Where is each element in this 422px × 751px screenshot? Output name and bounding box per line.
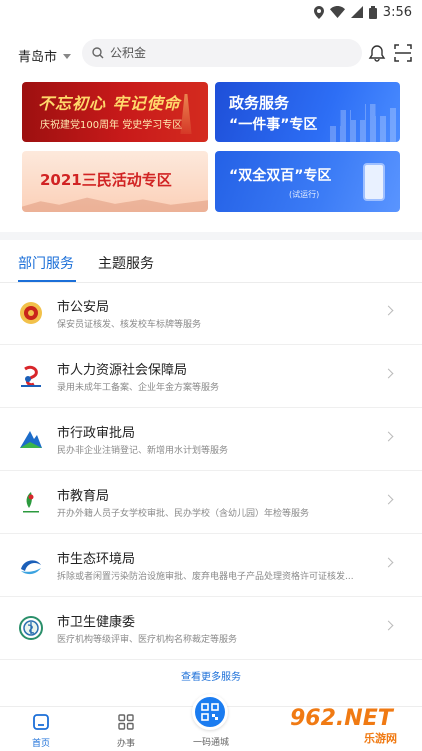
health-logo-icon — [19, 616, 43, 640]
chevron-right-icon — [383, 494, 394, 505]
bell-icon[interactable] — [368, 44, 386, 62]
phone-illustration — [363, 163, 385, 201]
banner-title: 不忘初心 牢记使命 — [38, 94, 181, 113]
nav-home-label: 首页 — [31, 739, 50, 749]
location-icon — [313, 5, 324, 19]
caret-down-icon — [63, 54, 72, 59]
grid-icon — [118, 714, 134, 730]
battery-icon — [368, 5, 377, 19]
home-icon — [33, 714, 49, 730]
department-desc: 医疗机构等级评审、医疗机构名称裁定等服务 — [57, 635, 238, 645]
chevron-right-icon — [383, 557, 394, 568]
banner-party-history[interactable]: 不忘初心 牢记使命 庆祝建党100周年 党史学习专区 — [22, 82, 208, 142]
status-icons: 3:56 — [313, 3, 412, 21]
department-desc: 开办外籍人员子女学校审批、民办学校（含幼儿园）年检等服务 — [57, 509, 310, 519]
department-name: 市生态环境局 — [57, 552, 136, 567]
section-divider — [0, 232, 422, 240]
qr-code-icon — [201, 703, 219, 721]
department-name: 市人力资源社会保障局 — [57, 363, 188, 378]
scan-icon[interactable] — [394, 44, 412, 62]
department-desc: 录用未成年工备案、企业年金方案等服务 — [57, 383, 220, 393]
hrss-logo-icon — [21, 365, 41, 387]
search-icon — [92, 47, 104, 59]
chevron-right-icon — [383, 305, 394, 316]
chevron-right-icon — [383, 368, 394, 379]
police-emblem-icon — [20, 302, 42, 324]
department-name: 市卫生健康委 — [57, 615, 136, 630]
list-item[interactable]: 市人力资源社会保障局 录用未成年工备案、企业年金方案等服务 — [0, 345, 422, 408]
list-item[interactable]: 市卫生健康委 医疗机构等级评审、医疗机构名称裁定等服务 — [0, 597, 422, 660]
nav-code-label: 一码通城 — [192, 738, 229, 748]
search-input[interactable] — [110, 46, 340, 60]
skyline-illustration — [330, 104, 400, 142]
banner-subtitle: “一件事”专区 — [229, 117, 318, 133]
nav-work[interactable]: 办事 — [96, 713, 156, 749]
watermark-logo: 962.NET 乐游网 — [288, 704, 422, 751]
banner-title: 2021三民活动专区 — [40, 171, 172, 189]
status-bar: 3:56 — [0, 0, 422, 24]
tab-theme-services[interactable]: 主题服务 — [98, 253, 154, 273]
department-desc: 拆除或者闲置污染防治设施审批、废弃电器电子产品处理资格许可证核发... — [57, 572, 354, 582]
banner-subtitle: (试运行) — [289, 190, 320, 199]
city-code-button[interactable] — [192, 694, 228, 730]
chevron-right-icon — [383, 620, 394, 631]
banner-double-full[interactable]: “双全双百”专区 (试运行) — [215, 151, 400, 212]
list-item[interactable]: 市生态环境局 拆除或者闲置污染防治设施审批、废弃电器电子产品处理资格许可证核发.… — [0, 534, 422, 597]
nav-home[interactable]: 首页 — [11, 713, 71, 749]
view-more-link[interactable]: 查看更多服务 — [0, 668, 422, 683]
department-desc: 民办非企业注销登记、新增用水计划等服务 — [57, 446, 229, 456]
banner-subtitle: 庆祝建党100周年 党史学习专区 — [40, 120, 183, 131]
banner-title: 政务服务 — [229, 94, 290, 112]
department-name: 市教育局 — [57, 489, 110, 504]
department-desc: 保安员证核发、核发校车标牌等服务 — [57, 320, 202, 330]
search-header: 青岛市 — [0, 30, 422, 78]
list-item[interactable]: 市公安局 保安员证核发、核发校车标牌等服务 — [0, 282, 422, 345]
search-box[interactable] — [82, 39, 362, 67]
banner-three-min[interactable]: 2021三民活动专区 — [22, 151, 208, 212]
ecology-logo-icon — [21, 560, 41, 575]
clock: 3:56 — [382, 4, 412, 20]
watermark-sub: 乐游网 — [364, 732, 397, 745]
watermark-brand: 962.NET — [290, 706, 393, 731]
city-label: 青岛市 — [18, 50, 58, 65]
education-logo-icon — [23, 492, 39, 513]
tab-department-services[interactable]: 部门服务 — [18, 253, 74, 273]
approval-logo-icon — [20, 431, 42, 448]
wifi-icon — [329, 6, 345, 18]
chevron-right-icon — [383, 431, 394, 442]
banner-one-thing[interactable]: 政务服务 “一件事”专区 — [215, 82, 400, 142]
city-illustration — [22, 197, 208, 212]
list-item[interactable]: 市教育局 开办外籍人员子女学校审批、民办学校（含幼儿园）年检等服务 — [0, 471, 422, 534]
nav-work-label: 办事 — [116, 739, 135, 749]
signal-icon — [350, 6, 363, 18]
department-name: 市公安局 — [57, 300, 110, 315]
department-name: 市行政审批局 — [57, 426, 136, 441]
list-item[interactable]: 市行政审批局 民办非企业注销登记、新增用水计划等服务 — [0, 408, 422, 471]
city-selector[interactable]: 青岛市 — [18, 46, 72, 65]
banner-title: “双全双百”专区 — [229, 168, 332, 184]
